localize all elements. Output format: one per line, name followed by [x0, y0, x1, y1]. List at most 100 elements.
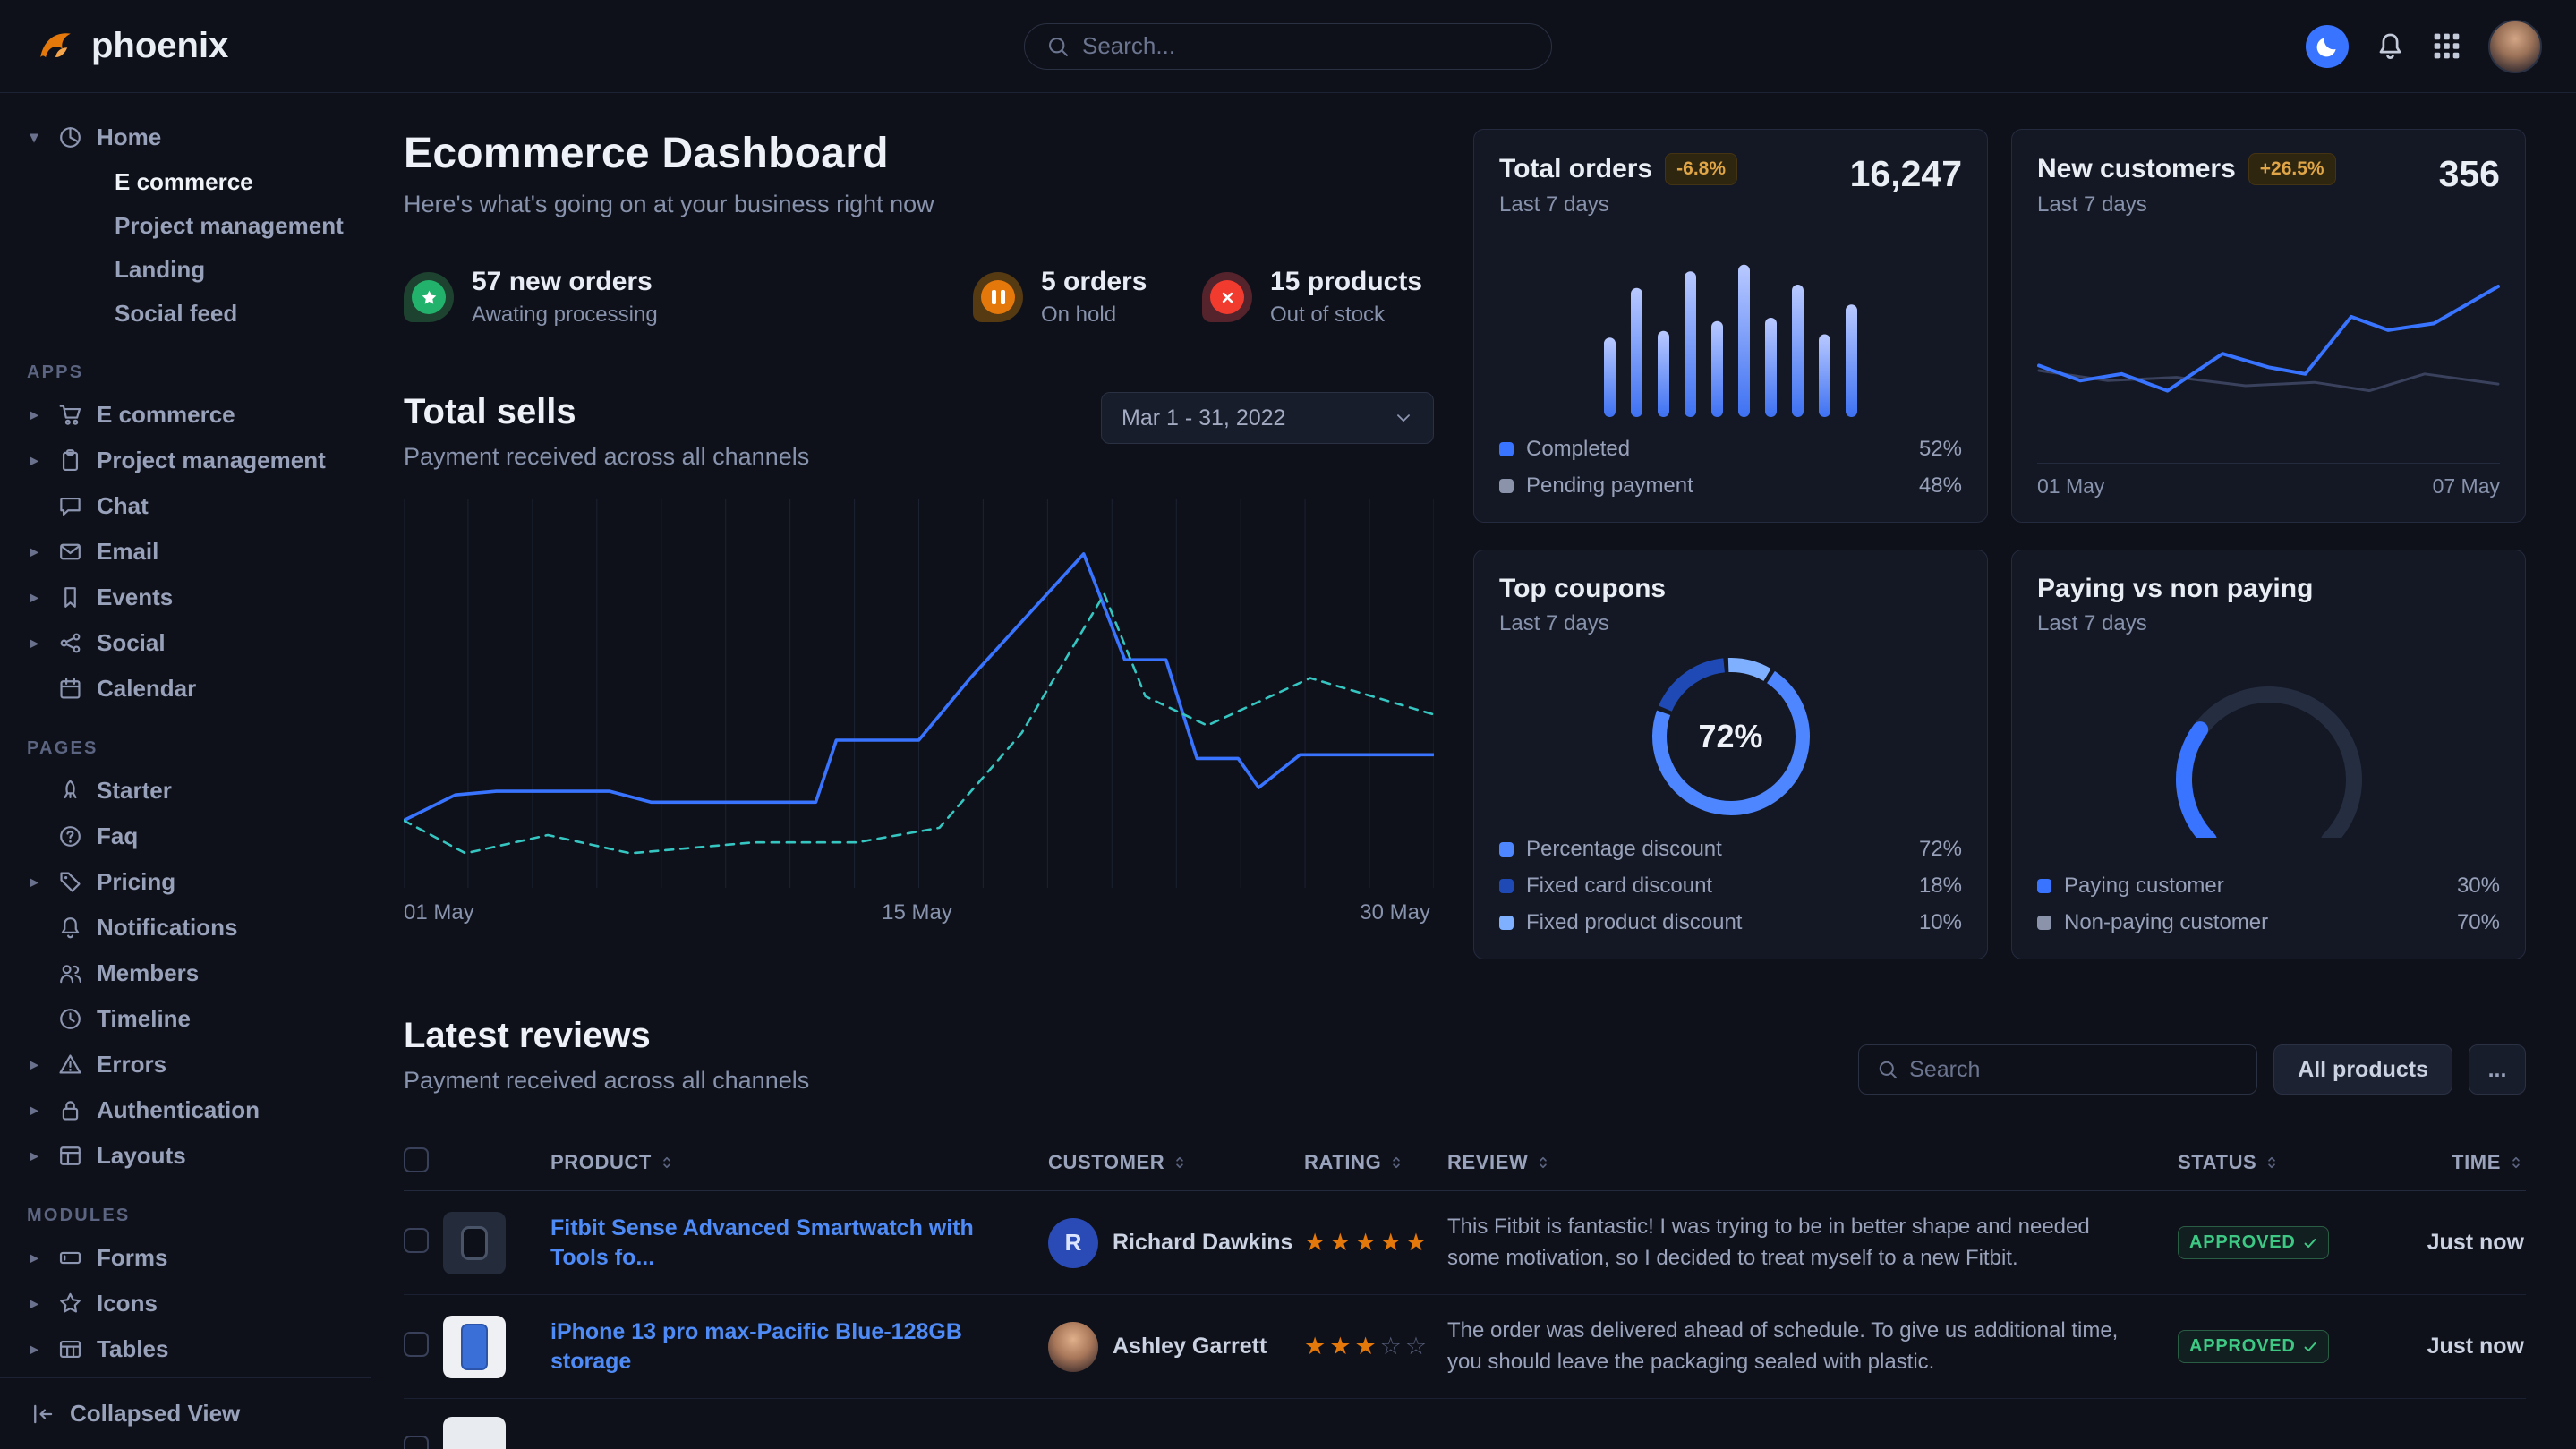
sidebar-item-label: Social — [97, 629, 166, 657]
total-sells-title: Total sells — [404, 392, 809, 432]
card-title: Total orders — [1499, 154, 1652, 184]
brand[interactable]: phoenix — [34, 25, 228, 68]
caret-icon: ▸ — [25, 1055, 43, 1074]
product-link[interactable]: Fitbit Sense Advanced Smartwatch with To… — [550, 1214, 1048, 1272]
sort-icon[interactable] — [2264, 1155, 2280, 1171]
sidebar-item-social[interactable]: ▸Social — [25, 620, 356, 666]
sidebar-item-pricing[interactable]: ▸Pricing — [25, 859, 356, 905]
sidebar-item-notifications[interactable]: Notifications — [25, 905, 356, 950]
x-blob-icon — [1202, 272, 1252, 322]
sidebar-item-errors[interactable]: ▸Errors — [25, 1042, 356, 1087]
sidebar-item-faq[interactable]: Faq — [25, 814, 356, 859]
stats-row: 57 new ordersAwating processing5 ordersO… — [404, 267, 1434, 328]
review-time: Just now — [2427, 1230, 2524, 1255]
row-checkbox[interactable] — [404, 1436, 429, 1449]
page-title: Ecommerce Dashboard — [404, 129, 1434, 178]
sidebar-item-forms[interactable]: ▸Forms — [25, 1235, 356, 1281]
customer-avatar: R — [1048, 1218, 1098, 1268]
rating-stars: ★★★★★ — [1304, 1229, 1447, 1257]
legend-swatch — [1499, 479, 1514, 493]
apps-grid-button[interactable] — [2432, 31, 2461, 61]
reviews-subtitle: Payment received across all channels — [404, 1067, 809, 1095]
notifications-button[interactable] — [2376, 31, 2405, 61]
column-label: PRODUCT — [550, 1151, 652, 1174]
sidebar-item-calendar[interactable]: Calendar — [25, 666, 356, 712]
legend-value: 52% — [1919, 437, 1962, 462]
date-range-value: Mar 1 - 31, 2022 — [1122, 405, 1285, 431]
sidebar-item-timeline[interactable]: Timeline — [25, 996, 356, 1042]
reviews-search[interactable] — [1858, 1044, 2257, 1095]
sort-icon[interactable] — [1388, 1155, 1404, 1171]
legend-swatch — [1499, 879, 1514, 893]
legend-value: 18% — [1919, 874, 1962, 899]
sort-icon[interactable] — [1172, 1155, 1188, 1171]
sidebar-item-label: Home — [97, 124, 161, 151]
caret-icon: ▸ — [25, 1146, 43, 1165]
product-thumbnail — [443, 1212, 506, 1274]
sidebar-item-tables[interactable]: ▸Tables — [25, 1326, 356, 1372]
clipboard-icon — [54, 448, 86, 473]
reviews-title: Latest reviews — [404, 1016, 809, 1056]
sort-icon[interactable] — [2508, 1155, 2524, 1171]
row-checkbox[interactable] — [404, 1332, 429, 1357]
more-options-button[interactable]: ... — [2469, 1044, 2526, 1095]
row-checkbox[interactable] — [404, 1228, 429, 1253]
sidebar-subitem-landing[interactable]: Landing — [25, 248, 356, 292]
card-title: Top coupons — [1499, 574, 1666, 604]
sidebar-item-authentication[interactable]: ▸Authentication — [25, 1087, 356, 1133]
search-icon — [1877, 1059, 1898, 1080]
clock-icon — [54, 1007, 86, 1031]
sidebar-item-icons[interactable]: ▸Icons — [25, 1281, 356, 1326]
search-input[interactable] — [1082, 32, 1530, 60]
theme-toggle-button[interactable] — [2306, 25, 2349, 68]
trend-badge: -6.8% — [1665, 153, 1737, 185]
pie-icon — [54, 125, 86, 149]
customer-avatar-photo — [1048, 1322, 1098, 1372]
legend-swatch — [1499, 916, 1514, 930]
sidebar-item-e-commerce[interactable]: ▸E commerce — [25, 392, 356, 438]
legend-label: Percentage discount — [1526, 837, 1722, 862]
caret-icon: ▸ — [25, 542, 43, 561]
sidebar-item-email[interactable]: ▸Email — [25, 529, 356, 575]
sidebar-item-chat[interactable]: Chat — [25, 483, 356, 529]
caret-icon: ▸ — [25, 1101, 43, 1120]
sidebar-item-label: Tables — [97, 1335, 168, 1363]
customer-name: Richard Dawkins — [1113, 1230, 1292, 1256]
sort-icon[interactable] — [659, 1155, 675, 1171]
user-avatar[interactable] — [2488, 20, 2542, 73]
latest-reviews-section: Latest reviews Payment received across a… — [371, 976, 2576, 1449]
stat-value: 15 products — [1270, 267, 1422, 297]
select-all-checkbox[interactable] — [404, 1147, 429, 1172]
reviews-search-input[interactable] — [1909, 1057, 2239, 1083]
sidebar-item-label: E commerce — [97, 401, 235, 429]
sidebar-item-layouts[interactable]: ▸Layouts — [25, 1133, 356, 1179]
legend-label: Non-paying customer — [2064, 910, 2268, 935]
sidebar-item-events[interactable]: ▸Events — [25, 575, 356, 620]
legend-row: Completed52% — [1499, 437, 1962, 462]
sidebar-item-label: Starter — [97, 777, 172, 805]
card-period: Last 7 days — [1499, 192, 1737, 217]
sort-icon[interactable] — [1535, 1155, 1551, 1171]
legend-row: Percentage discount72% — [1499, 837, 1962, 862]
product-link[interactable]: iPhone 13 pro max-Pacific Blue-128GB sto… — [550, 1317, 1048, 1376]
sidebar-item-starter[interactable]: Starter — [25, 768, 356, 814]
global-search[interactable] — [1024, 23, 1552, 70]
sidebar-item-members[interactable]: Members — [25, 950, 356, 996]
sidebar-item-project-management[interactable]: ▸Project management — [25, 438, 356, 483]
search-icon — [1046, 35, 1070, 58]
card-period: Last 7 days — [1499, 611, 1666, 636]
card-value: 356 — [2439, 153, 2500, 195]
date-range-select[interactable]: Mar 1 - 31, 2022 — [1101, 392, 1434, 444]
sidebar-subitem-social-feed[interactable]: Social feed — [25, 292, 356, 336]
status-label: APPROVED — [2189, 1232, 2296, 1253]
sidebar-subitem-project-management[interactable]: Project management — [25, 204, 356, 248]
collapsed-view-toggle[interactable]: Collapsed View — [0, 1377, 371, 1449]
all-products-button[interactable]: All products — [2273, 1044, 2452, 1095]
share-icon — [54, 631, 86, 655]
sidebar-item-home[interactable]: ▾Home — [25, 115, 356, 160]
stat-label: On hold — [1041, 303, 1147, 328]
sidebar-subitem-e-commerce[interactable]: E commerce — [25, 160, 356, 204]
column-label: STATUS — [2178, 1151, 2256, 1174]
product-thumbnail — [443, 1417, 506, 1449]
legend-row: Pending payment48% — [1499, 473, 1962, 499]
